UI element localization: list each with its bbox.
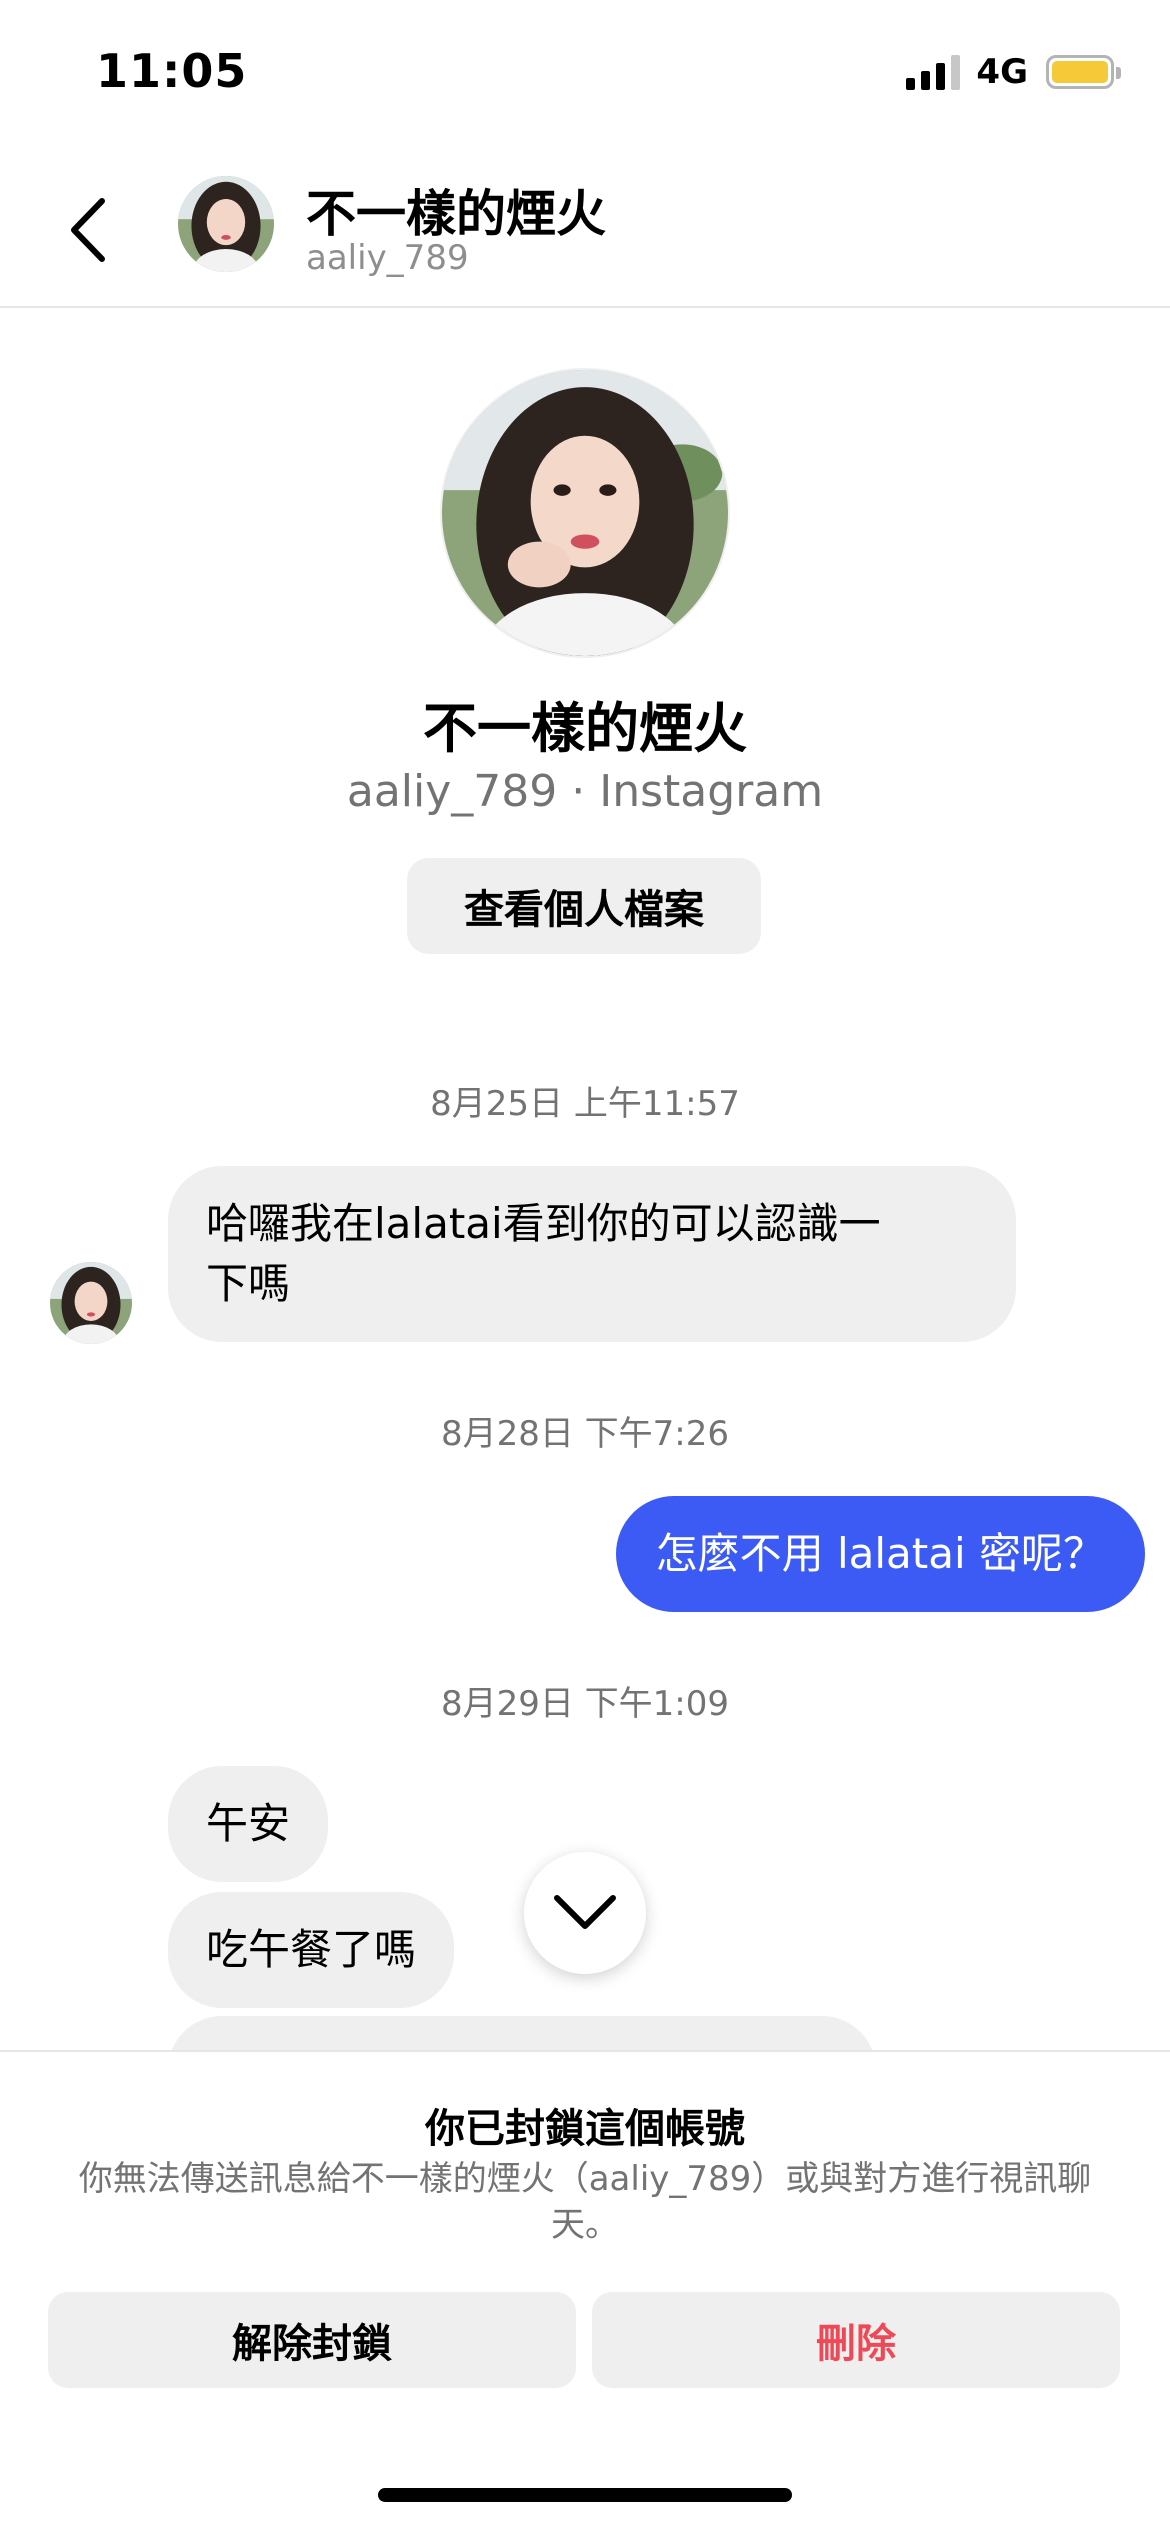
unblock-button[interactable]: 解除封鎖 (48, 2292, 576, 2388)
profile-display-name: 不一樣的煙火 (423, 697, 747, 760)
profile-username: aaliy_789 (346, 766, 558, 817)
profile-meta: aaliy_789 · Instagram (0, 766, 1170, 817)
avatar-image (178, 176, 274, 272)
separator-dot: · (571, 766, 586, 817)
avatar-image (50, 1262, 132, 1344)
blocked-account-panel: 你已封鎖這個帳號 你無法傳送訊息給不一樣的煙火（aaliy_789）或與對方進行… (0, 2050, 1170, 2532)
avatar-image (442, 370, 728, 656)
incoming-message[interactable]: 午安 (168, 1766, 329, 1882)
profile-avatar[interactable] (440, 368, 730, 658)
back-button[interactable] (58, 190, 118, 270)
incoming-message[interactable]: 哈囉我在lalatai看到你的可以認識一 下嗎 (168, 1166, 1016, 1342)
blocked-description: 你無法傳送訊息給不一樣的煙火（aaliy_789）或與對方進行視訊聊天。 (78, 2159, 1092, 2245)
battery-level (1052, 61, 1108, 83)
message-line: 哈囉我在lalatai看到你的可以認識一 (206, 1199, 881, 1248)
chat-header: 不一樣的煙火 aaliy_789 (0, 140, 1170, 308)
status-bar: 11:05 4G (0, 0, 1170, 140)
signal-icon (906, 54, 961, 90)
battery-icon (1046, 55, 1121, 89)
view-profile-button[interactable]: 查看個人檔案 (407, 858, 761, 954)
message-timestamp: 8月25日 上午11:57 (430, 1084, 740, 1124)
chevron-left-icon (71, 198, 105, 262)
message-timestamp: 8月29日 下午1:09 (440, 1684, 730, 1724)
header-avatar[interactable] (178, 176, 274, 272)
status-time: 11:05 (96, 44, 248, 98)
delete-button[interactable]: 刪除 (592, 2292, 1120, 2388)
message-timestamp: 8月28日 下午7:26 (440, 1414, 730, 1454)
sender-avatar[interactable] (50, 1262, 132, 1344)
network-label: 4G (976, 52, 1028, 92)
header-username: aaliy_789 (306, 238, 469, 278)
profile-platform: Instagram (599, 766, 824, 817)
chat-screen: 11:05 4G 不一樣的煙火 aaliy_789 不一樣的煙火 aaliy_7… (0, 0, 1170, 2532)
message-line: 下嗎 (206, 1259, 291, 1308)
status-indicators: 4G (906, 52, 1121, 92)
scroll-to-bottom-button[interactable] (524, 1852, 646, 1974)
header-display-name[interactable]: 不一樣的煙火 (306, 174, 606, 246)
incoming-message[interactable]: 吃午餐了嗎 (168, 1892, 455, 2008)
blocked-title: 你已封鎖這個帳號 (425, 2106, 745, 2152)
outgoing-message[interactable]: 怎麼不用 lalatai 密呢？ (615, 1496, 1145, 1612)
chevron-down-icon (554, 1895, 616, 1929)
home-indicator[interactable] (378, 2488, 792, 2502)
